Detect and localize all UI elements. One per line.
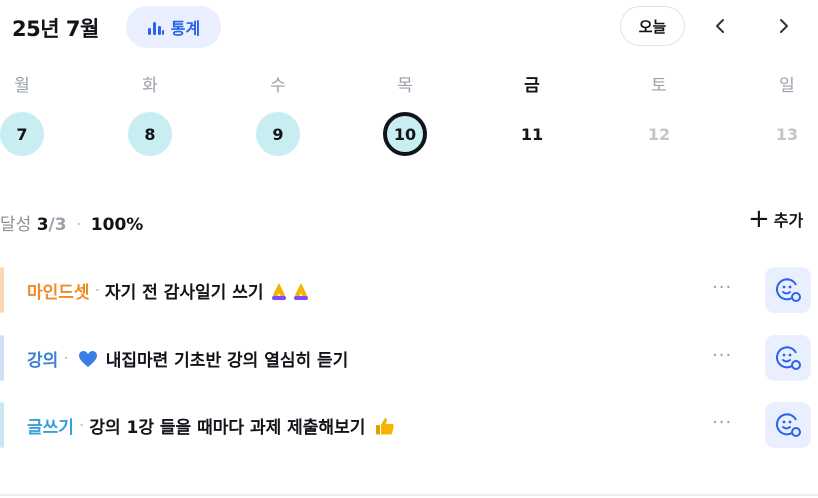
date-circle[interactable]: 9 (256, 112, 300, 156)
achievement-total: /3 (48, 215, 67, 235)
bottom-divider (0, 494, 818, 496)
plus-icon: + (748, 204, 770, 234)
day-column[interactable]: 화 8 (120, 72, 180, 156)
chevron-right-icon (780, 19, 788, 33)
day-column[interactable]: 금 11 (502, 72, 562, 156)
smile-add-icon (776, 278, 801, 302)
task-category: 글쓰기 (27, 418, 74, 438)
stats-label: 통계 (170, 19, 201, 38)
date-circle[interactable]: 7 (0, 112, 44, 156)
weekday-label: 수 (270, 76, 286, 96)
task-title: 자기 전 감사일기 쓰기 (104, 283, 264, 303)
day-column[interactable]: 토 12 (629, 72, 689, 156)
category-color-bar (0, 267, 4, 313)
smile-add-icon (776, 413, 801, 437)
weekday-label: 일 (779, 76, 795, 96)
add-label: 추가 (773, 211, 804, 230)
bar-chart-icon (147, 18, 165, 36)
task-category: 강의 (27, 351, 59, 371)
day-column[interactable]: 일 13 (757, 72, 817, 156)
date-circle[interactable]: 13 (765, 112, 809, 156)
date-circle[interactable]: 12 (637, 112, 681, 156)
next-week-button[interactable] (770, 12, 798, 40)
task-category: 마인드셋 (27, 283, 90, 303)
task-row[interactable]: 마인드셋 · 자기 전 감사일기 쓰기 ··· (0, 265, 818, 315)
achievement-summary: 달성 3/3 · 100% (0, 210, 143, 235)
date-circle-today[interactable]: 10 (383, 112, 427, 156)
day-column[interactable]: 월 7 (0, 72, 52, 156)
month-title: 25년 7월 (12, 17, 99, 41)
weekday-label: 화 (142, 76, 158, 96)
weekday-label: 토 (651, 76, 667, 96)
separator-dot: · (63, 348, 69, 369)
stats-button[interactable]: 통계 (126, 6, 221, 48)
week-strip: 월 7 화 8 수 9 목 10 금 11 토 12 일 13 (0, 72, 818, 162)
more-options-button[interactable]: ··· (712, 277, 732, 298)
weekday-label: 금 (524, 76, 540, 96)
separator-dot: · (75, 215, 82, 235)
thumbs-up-icon (375, 416, 395, 436)
more-options-button[interactable]: ··· (712, 412, 732, 433)
category-color-bar (0, 335, 4, 381)
weekday-label: 월 (14, 76, 30, 96)
achievement-done: 3 (36, 215, 49, 235)
add-task-button[interactable]: + 추가 (748, 204, 804, 234)
separator-dot: · (78, 415, 85, 436)
date-circle[interactable]: 8 (128, 112, 172, 156)
more-options-button[interactable]: ··· (712, 345, 732, 366)
blue-heart-icon (78, 350, 98, 368)
date-circle[interactable]: 11 (510, 112, 554, 156)
category-color-bar (0, 402, 4, 448)
feeling-button[interactable] (765, 335, 811, 381)
achievement-label: 달성 (0, 215, 32, 235)
weekday-label: 목 (397, 76, 413, 96)
separator-dot: · (94, 280, 100, 301)
day-column[interactable]: 수 9 (248, 72, 308, 156)
achievement-percent: 100% (90, 215, 144, 235)
today-button[interactable]: 오늘 (620, 6, 685, 46)
pray-icon (269, 281, 313, 301)
day-column[interactable]: 목 10 (375, 72, 435, 156)
task-row[interactable]: 글쓰기 · 강의 1강 들을 때마다 과제 제출해보기 ··· (0, 400, 818, 450)
smile-add-icon (776, 346, 801, 370)
feeling-button[interactable] (765, 267, 811, 313)
feeling-button[interactable] (765, 402, 811, 448)
task-title: 강의 1강 들을 때마다 과제 제출해보기 (89, 418, 366, 438)
task-title: 내집마련 기초반 강의 열심히 듣기 (105, 351, 349, 371)
prev-week-button[interactable] (706, 12, 734, 40)
chevron-left-icon (716, 19, 724, 33)
task-row[interactable]: 강의 · 내집마련 기초반 강의 열심히 듣기 ··· (0, 333, 818, 383)
